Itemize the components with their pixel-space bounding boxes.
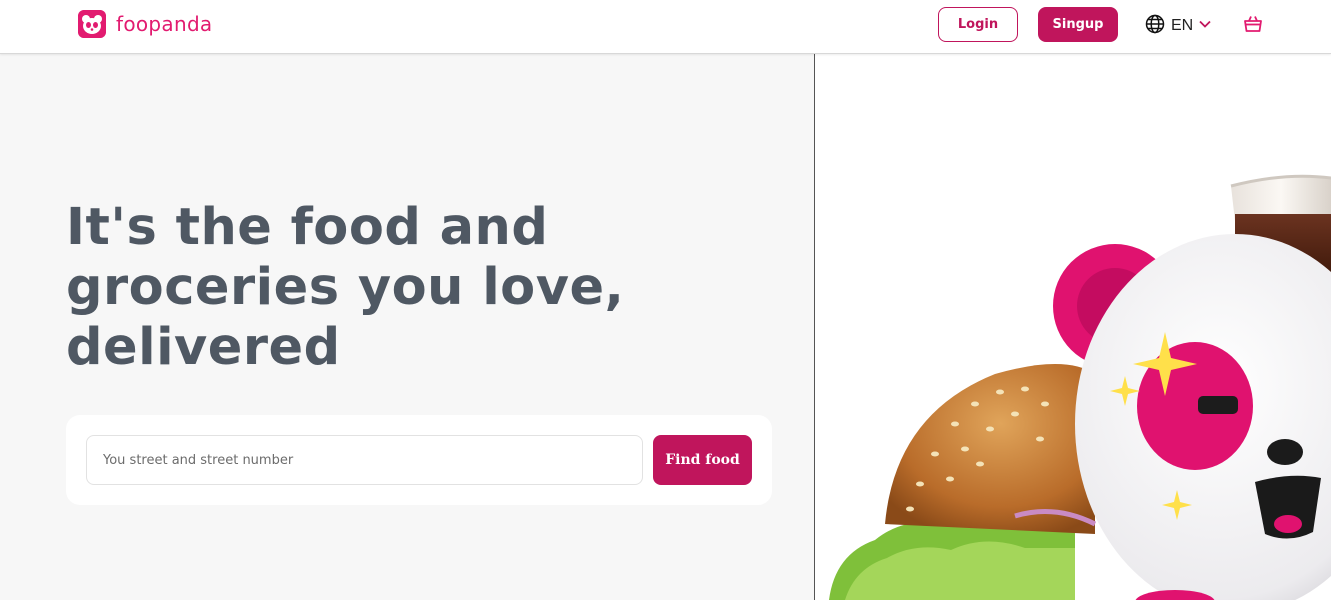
basket-icon[interactable] [1242,13,1264,35]
top-navbar: foopanda Login Singup EN [0,0,1331,54]
address-search-card: Find food [66,415,772,505]
login-button[interactable]: Login [938,7,1018,42]
chevron-down-icon [1197,16,1213,36]
brand-logo[interactable]: foopanda [78,10,213,38]
signup-button[interactable]: Singup [1038,7,1118,42]
language-label: EN [1171,17,1194,34]
globe-icon [1145,14,1165,38]
panda-logo-icon [78,10,106,38]
panda-burger-illustration [829,174,1331,600]
language-selector[interactable]: EN [1145,14,1213,38]
hero-image [815,54,1331,600]
brand-name: foopanda [116,12,213,36]
find-food-button[interactable]: Find food [653,435,752,485]
hero-title: It's the food and groceries you love, de… [66,198,625,377]
address-input[interactable] [86,435,643,485]
